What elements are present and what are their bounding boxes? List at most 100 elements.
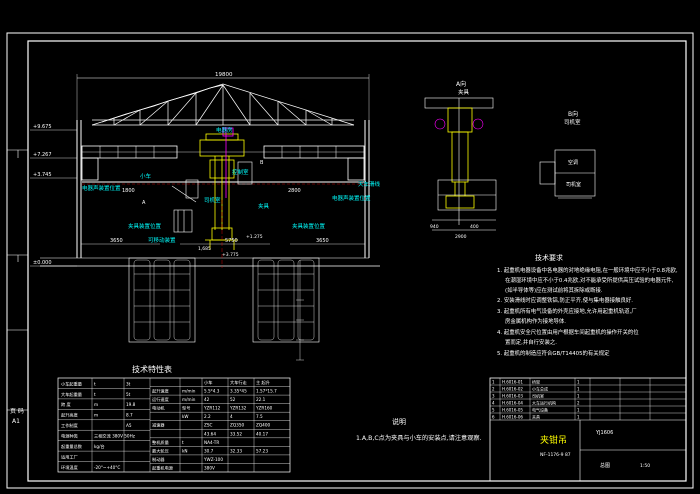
note-section: 说明 1.A,B,C点为夹具与小车的安装点,请注意观察. xyxy=(356,417,482,442)
main-elevation: 19800 +9.675 +7.267 +3.745 ±0.000 3650 3… xyxy=(30,72,381,361)
label-cabin: 司机室 xyxy=(204,196,221,204)
title-block-cell: H.6016-03 xyxy=(502,393,523,398)
spec-left-label: 工作制度 xyxy=(61,422,79,429)
requirement-line: 房金属机构作为接地导体. xyxy=(505,317,566,325)
spec-right-cell: 起重机电源 xyxy=(152,464,174,471)
requirement-line: 2. 安装滑线时应调整铁铝,防正平齐,使与集电器接触良好. xyxy=(497,296,633,304)
title-block-cell: H.6016-05 xyxy=(502,407,523,412)
cad-drawing-canvas: 页 码 A1 19800 +9.675 +7.267 +3.745 ±0.000… xyxy=(6,32,694,489)
cabin-label-2: 司机室 xyxy=(566,181,581,188)
spec-right-cell: 电动机 xyxy=(152,405,165,412)
cabin-label-1: 空调 xyxy=(568,159,578,166)
title-block-cell: 1 xyxy=(577,379,580,384)
side-dim-bottom: 2900 xyxy=(455,234,467,240)
side-view-title: A向 xyxy=(456,80,466,88)
requirement-line: 置而定,并自行安装之. xyxy=(505,338,557,346)
spec-right-cell: 40.17 xyxy=(256,431,268,436)
requirement-line: 1. 起重机电器设备中各电器的对地绝缘电阻,在一般环境中应不小于0.8兆欧, xyxy=(497,266,678,274)
title-block-cell: H.6016-06 xyxy=(502,414,523,419)
mark-b: B xyxy=(260,160,264,166)
title-block-cell: H.6016-04 xyxy=(502,400,523,405)
technical-requirements: 技术要求 1. 起重机电器设备中各电器的对地绝缘电阻,在一般环境中应不小于0.8… xyxy=(497,253,678,357)
spec-left-value: 19.8 xyxy=(126,402,136,407)
spec-right-cell: 大车行走 xyxy=(230,379,248,386)
spec-left-label: 小车起重量 xyxy=(61,380,82,387)
margin-side-labels: 页 码 A1 xyxy=(10,407,24,425)
spec-right-cell: 32.33 xyxy=(230,448,242,453)
spec-left-label: 起重量总数 xyxy=(61,443,83,450)
spec-right-cell: m/min xyxy=(182,397,196,402)
title-block-cell: 1 xyxy=(577,407,580,412)
spec-right-cell: 7.5 xyxy=(256,414,263,419)
spec-right-cell: YZR160 xyxy=(255,406,273,411)
spec-left-value: 5t xyxy=(126,392,131,397)
spec-left-label: 跨 度 xyxy=(61,401,72,408)
spec-right-cell: 最大轮压 xyxy=(152,447,169,454)
requirements-title: 技术要求 xyxy=(535,253,563,262)
spec-table: 技术特性表 小车起重量 t 3t 大车起重量 t 5t 跨 度 m 19.8 起升高度 m 8.7 工作… xyxy=(57,364,291,473)
spec-right-cell: 1.57*15.7 xyxy=(256,389,277,394)
spec-left-label: 起升高度 xyxy=(61,412,79,419)
spec-left-unit: m xyxy=(94,413,98,418)
title-block-cell: 3 xyxy=(492,393,495,398)
spec-right-cell: 整机质量 xyxy=(152,439,169,446)
spec-left-value: 8.7 xyxy=(126,413,133,418)
span-dimension: 19800 xyxy=(215,72,233,78)
requirement-line: 3. 起重机所有电气设备的外壳应接地,允许用起重机轨道,厂 xyxy=(497,307,637,315)
title-block-cell: 桥架 xyxy=(532,378,540,384)
requirement-line: 5. 起重机的制造应符合GB/T14405的有关规定 xyxy=(497,349,610,357)
label-shift-pos: 可移动装置 xyxy=(148,236,176,244)
title-block-cell: 2 xyxy=(577,400,580,405)
title-block-cell: 4 xyxy=(492,400,495,405)
spec-right-cell: ZQ400 xyxy=(256,423,270,428)
side-label-2: A1 xyxy=(12,418,20,425)
spec-left-unit: t xyxy=(94,381,96,386)
title-block-cell: 司机室 xyxy=(532,392,544,398)
spec-right-cell: 起升速度 xyxy=(152,388,170,395)
dim-d8: +3.775 xyxy=(222,252,239,258)
title-block-code: YJ1606 xyxy=(595,430,613,436)
spec-right-cell: 5.5*4.3 xyxy=(204,389,220,394)
cabin-view-title: B向 xyxy=(568,110,578,118)
label-clamp-right: 夹具装置位置 xyxy=(292,222,326,230)
mark-a: A xyxy=(142,200,146,206)
label-clamp-left: 夹具装置位置 xyxy=(128,222,162,230)
spec-right-cell: 减速器 xyxy=(152,422,165,429)
spec-right-cell: 制动器 xyxy=(152,456,165,463)
dim-d10: +1.275 xyxy=(246,234,263,240)
spec-right-cell: ZQ350 xyxy=(230,423,244,428)
spec-left-value: A5 xyxy=(126,423,132,428)
title-block-scale: 1:50 xyxy=(640,463,650,469)
title-block-cell: 1 xyxy=(577,386,580,391)
label-sound-left: 电器声装置位置 xyxy=(82,184,121,192)
spec-right-cell: 3.35*45 xyxy=(230,389,247,394)
note-title: 说明 xyxy=(392,417,406,426)
spec-right-cell: 42 xyxy=(204,397,210,402)
spec-right-cell: 运行速度 xyxy=(152,396,170,403)
spec-table-title: 技术特性表 xyxy=(132,364,172,374)
spec-left-unit: 三相交流 380V 50Hz xyxy=(94,433,136,440)
spec-left-value: 3t xyxy=(126,381,131,386)
spec-left-label: 环境温度 xyxy=(61,464,79,471)
title-block-cell: H.6016-02 xyxy=(502,386,523,391)
side-dim-2: 400 xyxy=(470,224,479,230)
title-block-cell: 1 xyxy=(577,414,580,419)
requirement-line: (如半导体等)应在测试前将其拆除或断接. xyxy=(505,286,603,294)
spec-right-cell: 型号 xyxy=(182,405,190,412)
side-dim-1: 940 xyxy=(430,224,439,230)
cabin-view: B向 司机室 空调 司机室 xyxy=(539,110,596,199)
dim-d6: 2800 xyxy=(288,188,301,194)
spec-right-cell: 33.52 xyxy=(230,431,242,436)
title-block: 1 H.6016-01 桥架 1 2 H.6016-02 小车总成 1 3 H.6016-03 司机… xyxy=(489,377,687,482)
spec-right-cell: kN xyxy=(182,448,188,453)
spec-left-unit: m xyxy=(94,402,98,407)
label-trolley: 小车 xyxy=(140,172,152,180)
title-block-cell: 2 xyxy=(492,386,495,391)
dim-d4: 3650 xyxy=(316,238,329,244)
title-block-unit: 总图 xyxy=(600,462,610,469)
spec-right-cell: 小车 xyxy=(204,379,212,386)
spec-left-label: 大车起重量 xyxy=(61,391,82,398)
level-mark-4: ±0.000 xyxy=(33,260,52,266)
spec-right-cell: YWZ-100 xyxy=(203,457,223,462)
title-block-cell: 5 xyxy=(492,407,495,412)
